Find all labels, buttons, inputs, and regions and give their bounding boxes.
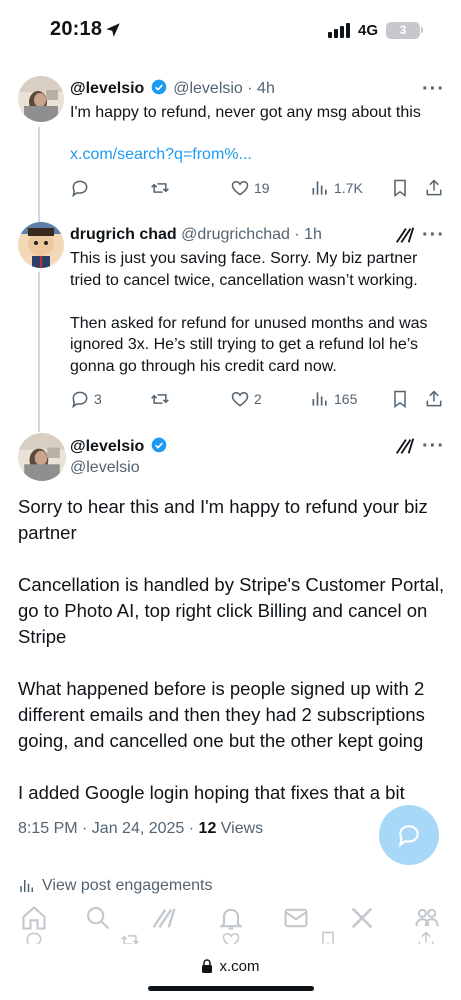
paragraph: I added Google login hoping that fixes t…	[18, 782, 405, 803]
people-icon	[415, 908, 439, 927]
share-button[interactable]	[424, 178, 444, 198]
paragraph: Sorry to hear this and I'm happy to refu…	[18, 496, 428, 543]
tweet-header: @levelsio	[70, 437, 169, 456]
reply-icon	[72, 180, 88, 198]
verified-badge-icon	[151, 79, 167, 95]
retweet-button[interactable]	[150, 389, 174, 409]
retweet-icon	[121, 935, 139, 944]
timestamp: 8:15 PM · Jan 24, 2025 · 12 Views	[18, 820, 264, 837]
nav-home[interactable]	[20, 904, 48, 932]
share-button[interactable]	[424, 389, 444, 409]
heart-icon	[231, 391, 249, 407]
avatar-photo	[18, 76, 64, 122]
views-button[interactable]: 1.7K	[310, 178, 363, 198]
thread-line	[38, 272, 40, 432]
tweet-header: drugrich chad @drugrichchad · 1h	[70, 226, 322, 244]
views-icon	[312, 181, 327, 195]
views-icon	[312, 392, 327, 406]
bookmark-button[interactable]	[390, 178, 410, 198]
ghost-action-row	[0, 930, 461, 944]
more-options-icon[interactable]: ···	[422, 436, 445, 456]
main-tweet-text: Sorry to hear this and I'm happy to refu…	[18, 494, 448, 832]
retweet-icon	[151, 183, 169, 193]
nav-notifications[interactable]	[217, 904, 245, 932]
thread-line	[38, 127, 40, 223]
tweet-actions: 19 1.7K	[70, 178, 450, 202]
avatar[interactable]	[18, 222, 64, 268]
views-button[interactable]: 165	[310, 389, 357, 409]
share-icon	[418, 931, 434, 944]
display-name[interactable]: drugrich chad	[70, 226, 177, 243]
retweet-icon	[151, 394, 169, 404]
home-indicator[interactable]	[148, 986, 314, 991]
grok-icon	[152, 908, 176, 928]
bookmark-icon	[322, 931, 334, 944]
nav-grok[interactable]	[150, 904, 178, 932]
battery-cap	[421, 27, 423, 33]
bell-icon	[219, 908, 243, 930]
network-type: 4G	[358, 22, 379, 39]
handle[interactable]: @levelsio	[70, 459, 140, 477]
avatar[interactable]	[18, 76, 64, 122]
like-button[interactable]: 19	[230, 178, 270, 198]
compose-reply-button[interactable]	[379, 805, 439, 865]
retweet-button[interactable]	[150, 178, 174, 198]
grok-icon[interactable]	[394, 224, 416, 246]
nav-messages[interactable]	[282, 904, 310, 932]
location-arrow-icon	[106, 23, 120, 37]
grok-icon[interactable]	[394, 435, 416, 457]
avatar-photo	[18, 433, 66, 481]
paragraph: What happened before is people signed up…	[18, 678, 425, 751]
lock-icon	[202, 959, 213, 973]
handle-time[interactable]: @drugrichchad · 1h	[181, 226, 322, 243]
avatar-photo	[18, 222, 64, 268]
search-icon	[87, 907, 110, 930]
tweet-text: I'm happy to refund, never got any msg a…	[70, 104, 421, 121]
battery-icon: 3	[386, 22, 420, 39]
tweet-text: This is just you saving face. Sorry. My …	[70, 250, 428, 375]
mail-icon	[284, 908, 308, 928]
views-icon	[20, 880, 33, 892]
heart-icon	[222, 932, 240, 944]
share-icon	[426, 390, 442, 407]
signal-bars-icon	[328, 23, 350, 38]
verified-badge-icon	[151, 437, 167, 453]
display-name[interactable]: @levelsio	[70, 80, 144, 97]
reply-bubble-icon	[398, 825, 419, 848]
more-options-icon[interactable]: ···	[422, 225, 445, 245]
like-button[interactable]: 2	[230, 389, 262, 409]
status-bar: 20:18 4G 3	[0, 0, 461, 60]
bookmark-icon	[394, 390, 406, 408]
heart-icon	[231, 180, 249, 196]
tweet-actions: 3 2 165	[70, 389, 450, 413]
browser-url-bar[interactable]: x.com	[0, 948, 461, 984]
display-name[interactable]: @levelsio	[70, 438, 144, 455]
handle-time[interactable]: @levelsio · 4h	[173, 80, 275, 97]
views-count[interactable]: 12	[199, 820, 217, 837]
reply-button[interactable]	[70, 178, 94, 198]
nav-communities[interactable]	[413, 904, 441, 932]
more-options-icon[interactable]: ···	[422, 79, 445, 99]
status-time: 20:18	[50, 18, 103, 40]
nav-search[interactable]	[84, 904, 112, 932]
tweet-header: @levelsio @levelsio · 4h	[70, 79, 275, 98]
home-icon	[22, 906, 46, 930]
view-engagements-link[interactable]: View post engagements	[18, 877, 212, 895]
avatar[interactable]	[18, 433, 66, 481]
reply-button[interactable]: 3	[70, 389, 102, 409]
share-icon	[426, 179, 442, 196]
paragraph: Cancellation is handled by Stripe's Cust…	[18, 574, 445, 647]
tweet-link[interactable]: x.com/search?q=from%...	[70, 146, 252, 164]
bookmark-button[interactable]	[390, 389, 410, 409]
url-text: x.com	[219, 957, 260, 975]
x-logo-icon	[351, 907, 373, 929]
reply-icon	[72, 391, 88, 409]
bookmark-icon	[394, 179, 406, 197]
nav-x[interactable]	[348, 904, 376, 932]
reply-icon	[26, 932, 42, 944]
